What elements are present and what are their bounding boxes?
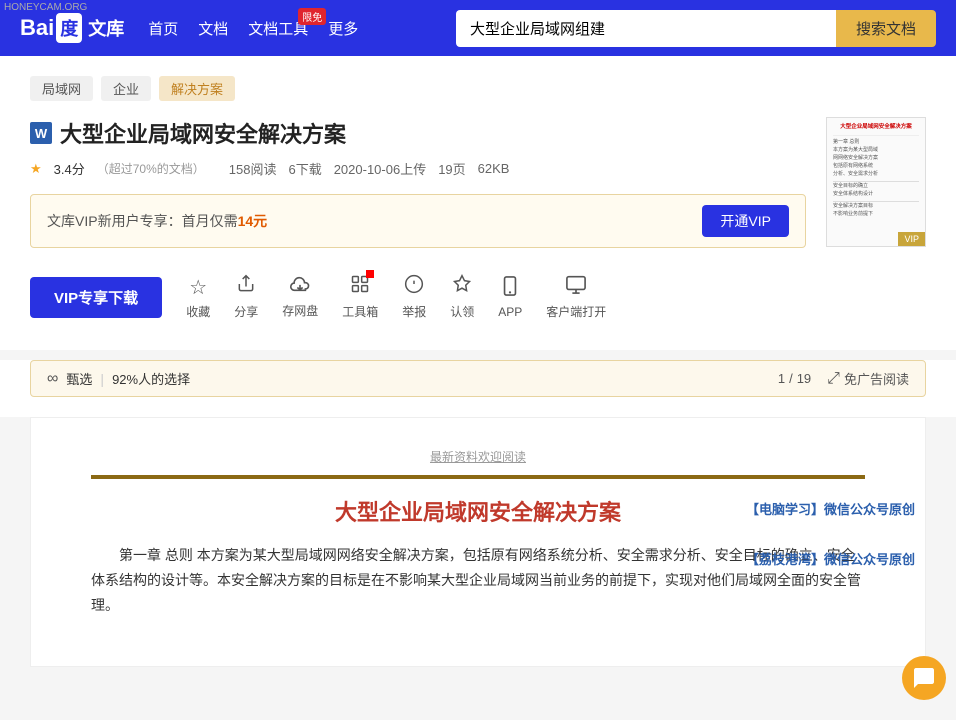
page-total: 19 [797, 371, 811, 386]
breadcrumb-solution[interactable]: 解决方案 [159, 76, 235, 101]
quality-percent: 92%人的选择 [112, 369, 190, 388]
nav-links: 首页 文档 文档工具 限免 更多 [148, 18, 358, 39]
preview-main-title: 大型企业局域网安全解决方案 [91, 495, 865, 527]
search-bar: 搜索文档 [456, 10, 936, 47]
logo-text-bai: Bai [20, 15, 54, 41]
doc-pages: 19页 [438, 159, 465, 178]
breadcrumb-lan[interactable]: 局域网 [30, 76, 93, 101]
thumbnail-lines: 第一章 总则 本方案为某大型局域 网网络安全解决方案 包括原有网络系统 分析、安… [833, 138, 919, 218]
verify-label: 认领 [450, 303, 474, 320]
logo-box: 度 [56, 13, 82, 43]
doc-upload-date: 2020-10-06上传 [334, 159, 427, 178]
action-tools[interactable]: 工具箱 [342, 274, 378, 320]
vip-download-button[interactable]: VIP专享下载 [30, 277, 162, 318]
doc-reads: 158阅读 [229, 159, 277, 178]
preview-watermark-top: 最新资料欢迎阅读 [91, 448, 865, 465]
breadcrumb-enterprise[interactable]: 企业 [101, 76, 151, 101]
cloud-label: 存网盘 [282, 302, 318, 319]
quality-right: 1 / 19 ⤢ 免广告阅读 [778, 369, 909, 388]
doc-size: 62KB [478, 161, 510, 176]
action-cloud[interactable]: 存网盘 [282, 275, 318, 319]
action-bar: VIP专享下载 ☆ 收藏 分享 [30, 264, 806, 330]
app-icon [501, 276, 519, 302]
nav-home[interactable]: 首页 [148, 18, 178, 39]
rating-sub: （超过70%的文档） [97, 160, 205, 177]
doc-thumbnail: 大型企业局域网安全解决方案 第一章 总则 本方案为某大型局域 网网络安全解决方案… [826, 117, 926, 247]
collect-icon: ☆ [189, 275, 207, 300]
doc-header: W 大型企业局域网安全解决方案 ★ 3.4分 （超过70%的文档） 158阅读 … [30, 117, 926, 330]
verify-icon [452, 274, 472, 300]
preview-fade [31, 606, 925, 666]
action-report[interactable]: 举报 [402, 274, 426, 320]
preview-doc-line [91, 475, 865, 479]
search-button[interactable]: 搜索文档 [836, 10, 936, 47]
action-collect[interactable]: ☆ 收藏 [186, 275, 210, 320]
collect-label: 收藏 [186, 303, 210, 320]
action-share[interactable]: 分享 [234, 274, 258, 320]
page-sep: / [789, 371, 793, 386]
report-label: 举报 [402, 303, 426, 320]
vip-price: 14元 [238, 213, 268, 229]
action-client[interactable]: 客户端打开 [546, 274, 606, 320]
quality-label: 甄选 [66, 369, 92, 388]
rating-value: 3.4分 [54, 159, 85, 178]
action-verify[interactable]: 认领 [450, 274, 474, 320]
preview-container: 最新资料欢迎阅读 大型企业局域网安全解决方案 第一章 总则 本方案为某大型局域网… [0, 417, 956, 687]
logo-wenku: 文库 [88, 15, 124, 41]
page-nav: 1 / 19 [778, 371, 811, 386]
ad-free-button[interactable]: ⤢ 免广告阅读 [827, 369, 909, 388]
nav-more[interactable]: 更多 [328, 18, 358, 39]
doc-preview: 最新资料欢迎阅读 大型企业局域网安全解决方案 第一章 总则 本方案为某大型局域网… [30, 417, 926, 667]
cloud-icon [289, 275, 311, 299]
share-label: 分享 [234, 303, 258, 320]
search-input[interactable] [456, 10, 836, 47]
nav-tools-wrap: 文档工具 限免 [248, 18, 308, 39]
nav-tools-badge: 限免 [298, 8, 326, 25]
client-icon [565, 274, 587, 300]
logo[interactable]: Bai 度 文库 [20, 13, 124, 43]
vip-banner: 文库VIP新用户专享：首月仅需14元 开通VIP [30, 194, 806, 248]
quality-bar: ∞ 甄选 | 92%人的选择 1 / 19 ⤢ 免广告阅读 [30, 360, 926, 397]
navbar: Bai 度 文库 首页 文档 文档工具 限免 更多 搜索文档 [0, 0, 956, 56]
main-content: 局域网 企业 解决方案 W 大型企业局域网安全解决方案 ★ 3.4分 （超过70… [0, 56, 956, 350]
thumbnail-vip-label: VIP [898, 232, 925, 246]
doc-title-text: 大型企业局域网安全解决方案 [60, 117, 346, 149]
tools-label: 工具箱 [342, 303, 378, 320]
honeycam-label: HONEYCAM.ORG [4, 2, 87, 13]
report-icon [404, 274, 424, 300]
doc-title-area: W 大型企业局域网安全解决方案 ★ 3.4分 （超过70%的文档） 158阅读 … [30, 117, 806, 330]
client-label: 客户端打开 [546, 303, 606, 320]
share-icon [236, 274, 256, 300]
vip-open-button[interactable]: 开通VIP [702, 205, 789, 237]
corner-badge[interactable] [902, 656, 946, 700]
vip-banner-text: 文库VIP新用户专享：首月仅需14元 [47, 211, 692, 231]
tools-icon [350, 274, 370, 300]
page-current: 1 [778, 371, 785, 386]
quality-bar-wrap: ∞ 甄选 | 92%人的选择 1 / 19 ⤢ 免广告阅读 [0, 360, 956, 417]
doc-title-row: W 大型企业局域网安全解决方案 [30, 117, 806, 149]
ad-free-label: 免广告阅读 [844, 369, 909, 388]
quality-icon: ∞ [47, 370, 58, 388]
quality-left: ∞ 甄选 | 92%人的选择 [47, 369, 190, 388]
breadcrumbs: 局域网 企业 解决方案 [30, 76, 926, 101]
doc-meta: ★ 3.4分 （超过70%的文档） 158阅读 6下载 2020-10-06上传… [30, 159, 806, 178]
nav-docs[interactable]: 文档 [198, 18, 228, 39]
quality-divider: | [100, 371, 104, 387]
rating-star: ★ [30, 161, 42, 177]
word-icon: W [30, 122, 52, 144]
expand-icon: ⤢ [827, 370, 840, 388]
action-app[interactable]: APP [498, 276, 522, 319]
doc-downloads: 6下载 [288, 159, 321, 178]
thumbnail-title: 大型企业局域网安全解决方案 [833, 124, 919, 132]
app-label: APP [498, 305, 522, 319]
